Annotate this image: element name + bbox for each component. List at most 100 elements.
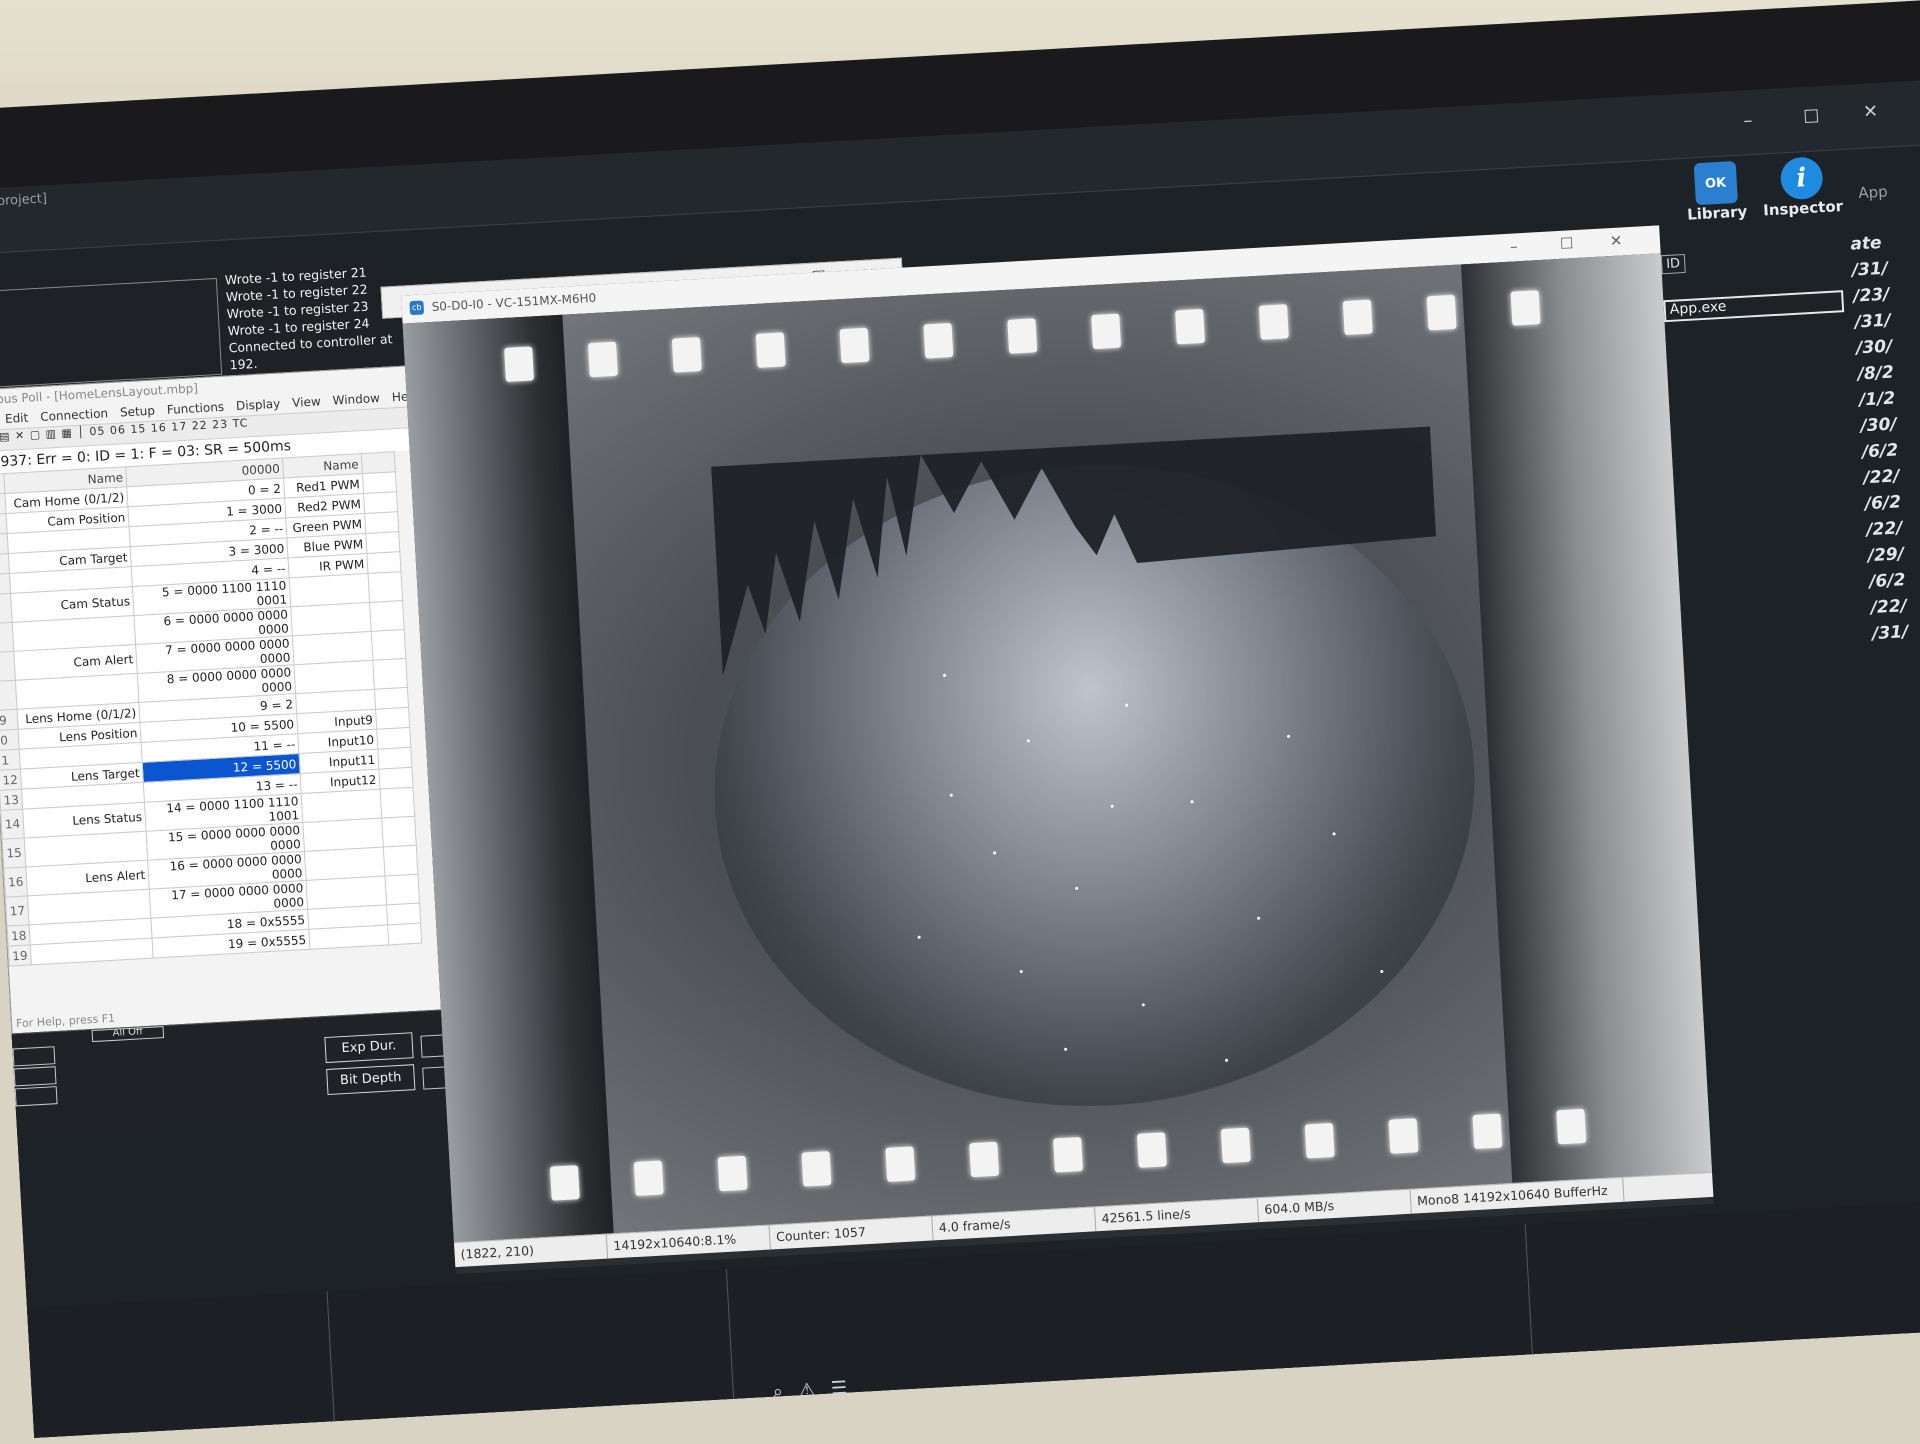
perforation (504, 346, 534, 382)
date-cell: /1/2 (1858, 388, 1896, 411)
search-icon[interactable]: ⌕ (772, 1381, 783, 1403)
close-icon[interactable]: ✕ (1863, 101, 1879, 123)
perforation (1304, 1122, 1335, 1159)
dropdown-stub[interactable] (14, 1086, 58, 1107)
row-spacer (385, 874, 420, 905)
row-index: 15 (2, 838, 27, 869)
selected-file-row[interactable]: App.exe (1663, 290, 1845, 323)
date-cell: /22/ (1865, 518, 1904, 541)
library-button[interactable]: OK Library (1684, 160, 1748, 224)
modbus-poll-window: odbus Poll - [HomeLensLayout.mbp] le Edi… (0, 364, 464, 1036)
row-spacer (380, 787, 415, 819)
perforation (1472, 1113, 1503, 1150)
exp-dur-button[interactable]: Exp Dur. (324, 1032, 414, 1064)
minimize-icon[interactable]: – (1743, 110, 1753, 131)
perforation (1007, 318, 1038, 354)
menu-setup[interactable]: Setup (120, 404, 156, 420)
row-spacer (378, 747, 413, 770)
perforation (717, 1155, 748, 1192)
menu-connection[interactable]: Connection (40, 406, 109, 424)
perforation (1258, 304, 1289, 340)
row-spacer (374, 687, 409, 710)
row-index: 1 (0, 749, 21, 771)
host-toolbar: OK Library i Inspector App (1684, 153, 1888, 224)
menu-functions[interactable]: Functions (166, 400, 224, 417)
row-spacer (379, 767, 414, 790)
perforation (1220, 1127, 1251, 1164)
all-off-button[interactable]: All Off (91, 1026, 165, 1043)
viewer-title: S0-D0-I0 - VC-151MX-M6H0 (431, 290, 597, 314)
row-spacer (367, 551, 402, 574)
toolbar-icons[interactable]: ▣ ▤ ✕ ▢ ▥ ▦ │ (0, 425, 90, 445)
bit-depth-button[interactable]: Bit Depth (326, 1064, 416, 1096)
row-index: 16 (3, 866, 28, 898)
maximize-icon[interactable]: ☐ (1559, 234, 1573, 253)
perforation (1426, 294, 1457, 331)
row-index: 19 (8, 944, 32, 967)
id-badge: ID (1660, 253, 1686, 275)
date-cell: /31/ (1854, 310, 1892, 333)
perforation (549, 1165, 580, 1201)
row-name2 (306, 875, 387, 910)
row-spacer (383, 845, 419, 876)
row-spacer (373, 658, 408, 690)
perforation (1556, 1108, 1587, 1145)
help-hint: For Help, press F1 (15, 1011, 116, 1031)
row-name2 (291, 602, 372, 636)
feed-icon[interactable]: ☰ (830, 1377, 847, 1399)
inspector-label: Inspector (1762, 197, 1844, 220)
menu-edit[interactable]: Edit (5, 411, 29, 426)
star (917, 935, 921, 939)
date-cell: /30/ (1855, 336, 1893, 359)
date-cell: /31/ (1851, 258, 1889, 281)
dropdown-stub[interactable] (12, 1046, 56, 1067)
close-icon[interactable]: ✕ (1609, 231, 1623, 250)
tree-silhouette (711, 426, 1437, 677)
row-spacer (386, 903, 421, 925)
dropdown-stub[interactable] (13, 1066, 57, 1087)
perforation (671, 337, 702, 373)
date-column: ate /31/ /23/ /31/ /30/ /8/2 /1/2 /30/ /… (1850, 230, 1920, 650)
perforation (1342, 299, 1373, 336)
perforation (1175, 308, 1205, 345)
row-spacer (369, 600, 405, 632)
perforation (633, 1160, 664, 1196)
perforation (969, 1141, 1000, 1178)
minimize-icon[interactable]: – (1510, 237, 1518, 255)
row-name2 (303, 818, 384, 852)
date-cell: /6/2 (1861, 440, 1899, 463)
inspector-button[interactable]: i Inspector (1760, 155, 1843, 219)
perforation (1136, 1132, 1167, 1168)
camera-image[interactable] (402, 253, 1713, 1243)
perforation (839, 327, 870, 364)
menu-view[interactable]: View (292, 394, 321, 410)
row-name2 (301, 789, 382, 823)
host-window-title: olo project] (0, 191, 48, 210)
perforation (755, 332, 786, 368)
perforation (1053, 1137, 1083, 1173)
register-table: Name 00000 Name Cam Home (0/1/2) 0 = 2 Red… (0, 451, 423, 967)
film-edge-right (1460, 253, 1713, 1184)
library-label: Library (1686, 202, 1748, 224)
menu-display[interactable]: Display (236, 397, 281, 413)
library-icon: OK (1693, 160, 1738, 206)
date-cell: /8/2 (1857, 362, 1895, 385)
perforation (801, 1151, 832, 1187)
row-spacer (371, 629, 407, 661)
date-cell: /22/ (1870, 596, 1908, 619)
perforation (923, 322, 954, 359)
row-spacer (362, 471, 397, 494)
row-index (0, 680, 18, 711)
perforation (1091, 313, 1122, 350)
menu-window[interactable]: Window (332, 391, 380, 408)
screen: olo project] – ☐ ✕ OK Library i Inspecto… (0, 79, 1920, 1438)
warning-icon[interactable]: ⚠ (798, 1379, 815, 1401)
row-index: 12 (0, 769, 22, 791)
date-cell: /6/2 (1868, 570, 1906, 593)
app-partial-label: App (1857, 182, 1889, 203)
row-index: 18 (7, 924, 31, 947)
maximize-icon[interactable]: ☐ (1803, 106, 1820, 128)
row-index: 14 (0, 809, 25, 840)
taskbar-icons: ⌕ ⚠ ☰ (772, 1377, 847, 1402)
date-cell: /29/ (1867, 544, 1905, 567)
